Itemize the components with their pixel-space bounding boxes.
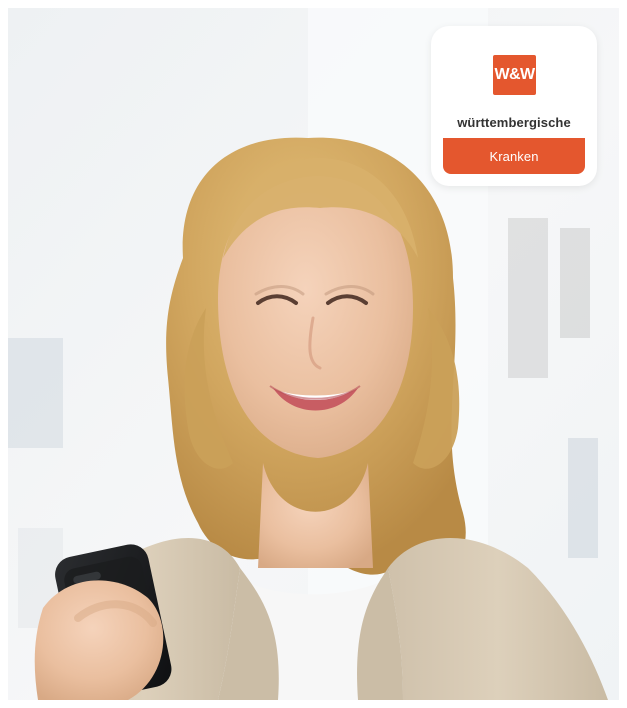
insurer-logo: W&W württembergische Kranken [431,26,597,186]
hero-photo: W&W württembergische Kranken [8,8,619,700]
brand-name: württembergische [457,115,571,130]
ww-logo-mark: W&W [493,55,536,95]
brand-subtitle-band: Kranken [443,138,585,174]
